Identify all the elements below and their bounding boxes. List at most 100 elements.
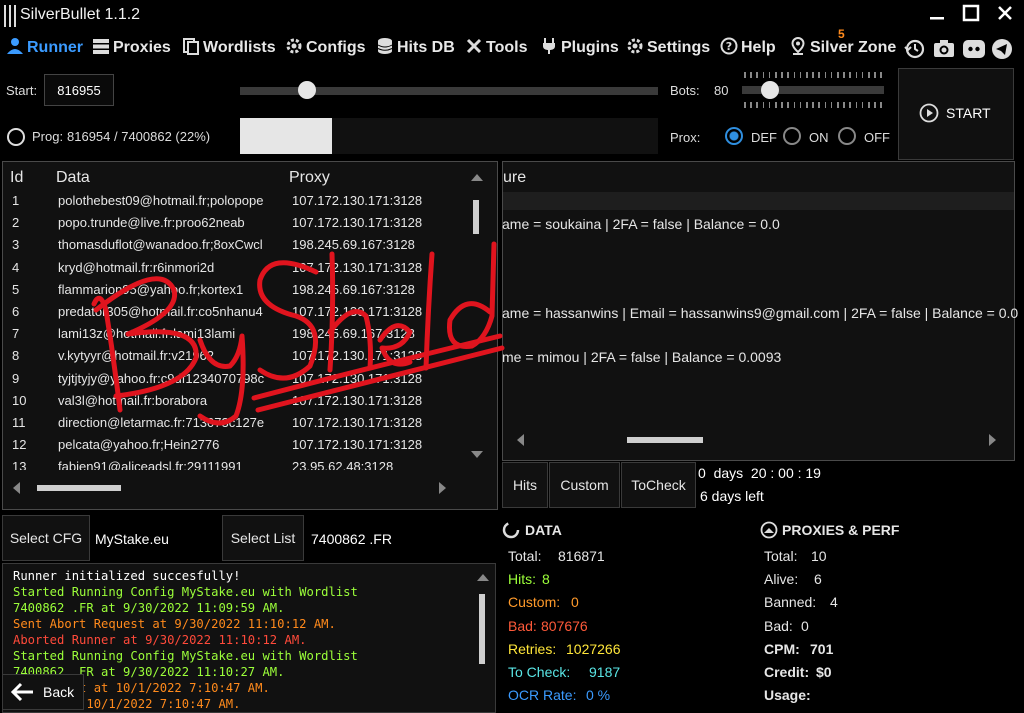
capture-row[interactable]: ame = hassanwins | Email = hassanwins9@g… xyxy=(502,305,1018,321)
prox-radio-def[interactable] xyxy=(725,127,743,145)
start-slider-thumb[interactable] xyxy=(297,81,316,99)
silver-zone-badge: 5 xyxy=(838,27,845,41)
proxy-stat-label: Bad: xyxy=(764,617,793,634)
start-label: Start: xyxy=(6,83,38,98)
row-id: 1 xyxy=(12,193,20,208)
scroll-left-icon[interactable] xyxy=(517,434,524,446)
row-id: 3 xyxy=(12,237,20,253)
camera-icon[interactable] xyxy=(932,38,956,63)
row-id: 4 xyxy=(12,259,20,275)
start-input[interactable] xyxy=(44,74,114,106)
back-button[interactable]: Back xyxy=(2,674,84,710)
select-list-button[interactable]: Select List xyxy=(222,515,304,561)
table-row[interactable]: 5 flammarion95@yahoo.fr;kortex1 198.245.69… xyxy=(3,279,463,301)
selected-config: MyStake.eu xyxy=(95,531,169,547)
bots-slider-thumb[interactable] xyxy=(761,81,780,99)
table-row[interactable]: 8 v.kytyyr@hotmail.fr:v21962 107.172.130.1… xyxy=(3,345,463,367)
row-data: fabien91@aliceadsl.fr:29111991 xyxy=(58,459,243,470)
app-title: SilverBullet 1.1.2 xyxy=(20,6,141,23)
discord-icon[interactable] xyxy=(962,38,986,63)
start-button[interactable]: START xyxy=(898,68,1014,160)
table-row[interactable]: 10 val3l@hotmail.fr:borabora 107.172.130.1… xyxy=(3,390,463,412)
table-row[interactable]: 7 lami13z@hotmail.fr:lami13lami 198.245.69… xyxy=(3,323,463,345)
table-row[interactable]: 4 kryd@hotmail.fr:r6inmori2d 107.172.130.1… xyxy=(3,257,463,279)
nav-help[interactable]: ? Help xyxy=(720,34,776,62)
slider-tick xyxy=(837,72,839,78)
data-stat-label: Custom: xyxy=(508,594,561,611)
proxy-stat-label: Alive: xyxy=(764,571,799,588)
table-row[interactable]: 12 pelcata@yahoo.fr;Hein2776 107.172.130.1… xyxy=(3,434,463,456)
capture-selected-row[interactable] xyxy=(503,192,1014,210)
slider-tick xyxy=(818,72,820,78)
scroll-right-icon[interactable] xyxy=(439,482,446,494)
scroll-left-icon[interactable] xyxy=(13,482,20,494)
timer-left: 6 days left xyxy=(700,488,764,504)
nav-configs[interactable]: Configs xyxy=(285,34,366,62)
data-grid: Id Data Proxy 1 polothebest09@hotmail.fr;… xyxy=(2,161,498,510)
tab-hits[interactable]: Hits xyxy=(502,462,548,508)
capture-horizontal-scrollbar[interactable] xyxy=(503,566,1014,590)
scroll-right-icon[interactable] xyxy=(989,434,996,446)
slider-tick xyxy=(812,102,814,108)
slider-tick xyxy=(787,72,789,78)
table-row[interactable]: 6 predator305@hotmail.fr:co5nhanu4 107.172… xyxy=(3,301,463,323)
slider-tick xyxy=(768,72,771,78)
close-icon[interactable] xyxy=(992,4,1018,28)
nav-plugins[interactable]: Plugins xyxy=(540,34,619,62)
nav-proxies[interactable]: Proxies xyxy=(92,34,171,62)
slider-tick xyxy=(756,102,758,108)
history-icon[interactable] xyxy=(904,38,926,63)
maximize-icon[interactable] xyxy=(958,4,984,28)
table-row[interactable]: 3 thomasduflot@wanadoo.fr;8oxCwcl 198.245.… xyxy=(3,234,463,256)
grid-horizontal-scroll-thumb[interactable] xyxy=(37,485,121,491)
capture-row[interactable]: ame = soukaina | 2FA = false | Balance =… xyxy=(502,216,780,232)
proxy-stat-value: 0 xyxy=(801,617,809,634)
telegram-icon[interactable] xyxy=(990,38,1014,63)
log-scrollbar[interactable] xyxy=(473,570,493,708)
proxy-stat-value: 4 xyxy=(830,594,838,611)
grid-vertical-scroll-thumb[interactable] xyxy=(473,200,479,234)
prox-radio-off[interactable] xyxy=(838,127,856,145)
table-row[interactable]: 11 direction@letarmac.fr:713073c127e 107.1… xyxy=(3,412,463,434)
table-row[interactable]: 1 polothebest09@hotmail.fr;polopope 107.17… xyxy=(3,190,463,212)
prox-radio-on[interactable] xyxy=(783,127,801,145)
grid-header-id[interactable]: Id xyxy=(10,169,23,187)
row-proxy: 107.172.130.171:3128 xyxy=(292,370,423,386)
capture-scroll-thumb[interactable] xyxy=(627,437,703,443)
table-row[interactable]: 2 popo.trunde@live.fr:proo62neab 107.172.1… xyxy=(3,212,463,234)
nav-tools[interactable]: Tools xyxy=(465,34,527,62)
minimize-icon[interactable] xyxy=(924,4,950,28)
grid-header-data[interactable]: Data xyxy=(56,169,90,187)
tab-custom[interactable]: Custom xyxy=(549,462,620,508)
select-cfg-button[interactable]: Select CFG xyxy=(2,515,90,561)
grid-horizontal-scrollbar[interactable] xyxy=(7,476,463,500)
slider-tick xyxy=(799,72,802,78)
bots-slider[interactable] xyxy=(742,72,884,108)
slider-tick xyxy=(756,72,758,78)
scroll-down-icon[interactable] xyxy=(471,451,483,458)
grid-header-proxy[interactable]: Proxy xyxy=(289,169,330,187)
slider-tick xyxy=(768,102,771,108)
row-proxy: 107.172.130.171:3128 xyxy=(292,304,423,319)
log-scroll-thumb[interactable] xyxy=(479,594,485,664)
capture-h-scroll[interactable] xyxy=(503,428,1003,452)
capture-header[interactable]: ure xyxy=(503,169,526,187)
data-stat-value: 816871 xyxy=(558,548,605,564)
grid-vertical-scrollbar[interactable] xyxy=(465,166,489,466)
slider-tick xyxy=(793,102,796,108)
nav-wordlists[interactable]: Wordlists xyxy=(182,34,276,62)
table-row[interactable]: 13 fabien91@aliceadsl.fr:29111991 23.95.62… xyxy=(3,456,463,470)
prox-option-def: DEF xyxy=(751,130,777,145)
capture-row[interactable]: me = mimou | 2FA = false | Balance = 0.0… xyxy=(502,349,781,365)
row-proxy: 107.172.130.171:3128 xyxy=(292,215,423,231)
nav-runner[interactable]: Runner xyxy=(6,34,83,62)
slider-tick xyxy=(775,72,777,78)
scroll-up-icon[interactable] xyxy=(471,174,483,181)
tab-tocheck[interactable]: ToCheck xyxy=(621,462,696,508)
table-row[interactable]: 9 tyjtjtyjy@yahoo.fr:c9df1234070798c 107.1… xyxy=(3,368,463,390)
nav-hits-db[interactable]: Hits DB xyxy=(376,34,455,62)
nav-settings[interactable]: Settings xyxy=(626,34,710,62)
row-proxy: 107.172.130.171:3128 xyxy=(292,348,423,364)
slider-tick xyxy=(849,72,851,78)
scroll-up-icon[interactable] xyxy=(477,574,489,581)
